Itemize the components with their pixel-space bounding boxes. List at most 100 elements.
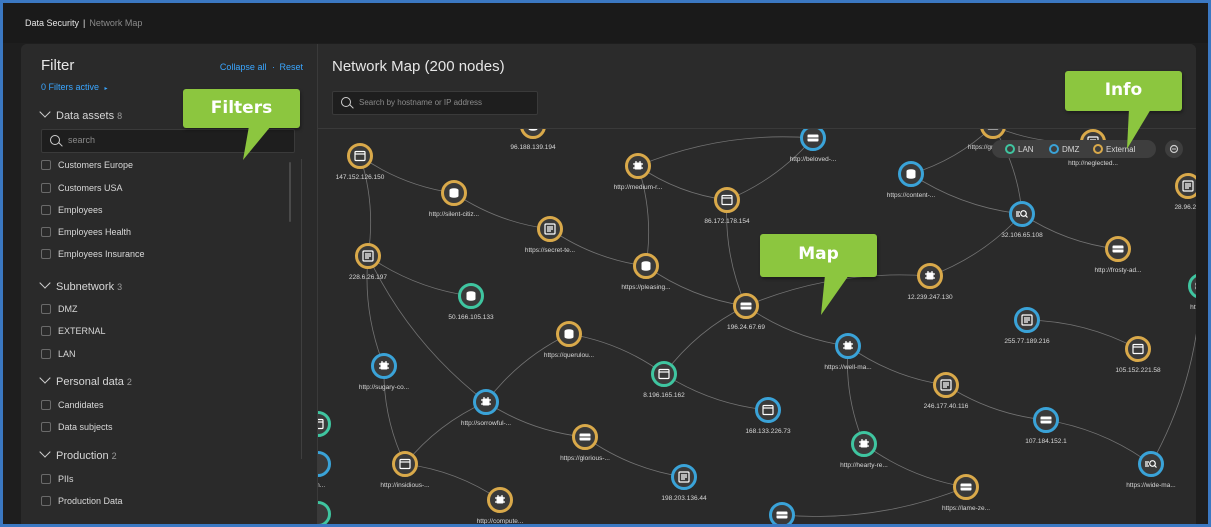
node-circle [1188,274,1196,298]
node-label: http://beloved-... [790,156,837,163]
node-label: https://secret-te... [525,247,575,254]
filters-callout-pointer [243,126,271,160]
graph-node-external[interactable]: http://silent-citiz... [429,180,479,219]
info-callout-label: Info [1104,80,1143,100]
graph-node-external[interactable]: https://secret-te... [525,216,575,255]
chevron-down-icon [39,372,51,384]
graph-node-lan[interactable]: http://hearty-re... [840,431,888,470]
graph-node-dmz[interactable] [769,502,795,525]
map-search-input[interactable] [357,97,537,108]
graph-edge [404,401,487,465]
checkbox-candidates[interactable]: Candidates [41,399,104,411]
graph-node-lan[interactable]: 8.196.165.162 [643,361,685,400]
group-subnetwork[interactable]: Subnetwork 3 [39,277,122,293]
checkbox-label: PIIs [58,474,74,484]
graph-edge [847,345,865,445]
graph-node-dmz[interactable]: http://sorrowful-... [461,389,511,428]
graph-node-external[interactable]: https://glorious-... [560,424,610,463]
graph-node-dmz[interactable]: http://beloved-... [790,125,837,164]
graph-edge [781,486,967,517]
node-label: 105.152.221.58 [1115,367,1161,374]
node-label: om... [318,482,325,489]
collapse-all-link[interactable]: Collapse all [220,62,267,72]
graph-node-dmz[interactable]: 32.106.65.108 [1001,201,1043,240]
graph-node-lan[interactable]: 50.166.105.133 [448,283,494,322]
graph-node-lan[interactable]: http://... [1188,274,1197,312]
graph-node-dmz[interactable]: http://sugary-co... [359,353,409,392]
checkbox-customers-europe[interactable]: Customers Europe [41,159,133,171]
node-label: 246.177.40.116 [924,403,969,410]
graph-node-external[interactable]: 147.152.126.150 [336,143,385,182]
checkbox-employees-health[interactable]: Employees Health [41,226,131,238]
map-callout: Map [760,234,877,277]
checkbox-customers-usa[interactable]: Customers USA [41,182,123,194]
graph-node-dmz[interactable]: om... [318,451,331,490]
node-circle [318,411,331,437]
node-circle [651,361,677,387]
graph-node-external[interactable]: http://medium-r... [614,153,663,192]
checkbox-external[interactable]: EXTERNAL [41,325,106,337]
checkbox-employees-insurance[interactable]: Employees Insurance [41,248,145,260]
group-label: Production [56,450,109,462]
chevron-down-icon [39,277,51,289]
reset-link[interactable]: Reset [279,62,303,72]
graph-node-dmz[interactable]: https://wide-ma... [1126,451,1176,490]
checkbox-label: Data subjects [58,422,113,432]
map-callout-label: Map [798,244,839,264]
graph-node-external[interactable]: http://insidious-... [380,451,430,490]
checkbox-lan[interactable]: LAN [41,348,76,360]
network-map-panel: 96.188.139.194 147.152.126.150 http://belo… [318,44,1196,524]
graph-node-external[interactable]: https://pleasing... [621,253,671,292]
checkbox-dmz[interactable]: DMZ [41,303,78,315]
filters-active-toggle[interactable]: 0 Filters active ▸ [41,82,108,92]
graph-node-dmz[interactable]: 198.203.136.44 [661,464,707,503]
group-production[interactable]: Production 2 [39,446,117,462]
node-circle [1009,201,1035,227]
graph-node-external[interactable]: 12.239.247.130 [907,263,953,302]
graph-node-dmz[interactable]: 255.77.189.216 [1004,307,1050,346]
graph-node-dmz[interactable]: 107.184.152.1 [1025,407,1067,446]
node-label: 86.172.178.154 [704,218,750,225]
graph-node-external[interactable]: http://frosty-ad... [1095,236,1142,275]
group-data-assets[interactable]: Data assets 8 [39,106,122,122]
graph-node-external[interactable]: 105.152.221.58 [1115,336,1161,375]
checkbox-label: Candidates [58,400,104,410]
graph-node-external[interactable]: http://compute... [477,487,524,525]
graph-node-lan[interactable] [318,501,331,525]
filter-scrollbar[interactable] [289,162,291,222]
checkbox-label: Employees [58,205,103,215]
node-circle [1138,451,1164,477]
node-label: 8.196.165.162 [643,392,685,399]
checkbox-production-data[interactable]: Production Data [41,495,123,507]
breadcrumb-separator: | [83,18,86,28]
checkbox-label: Customers USA [58,183,123,193]
node-label: 12.239.247.130 [907,294,953,301]
breadcrumb-root[interactable]: Data Security [25,18,79,28]
graph-node-dmz[interactable]: 168.133.226.73 [745,397,791,436]
graph-node-dmz[interactable]: https://well-ma... [824,333,872,372]
map-settings-button[interactable] [1165,140,1183,158]
checkbox-icon [41,204,51,215]
checkbox-icon [41,399,51,410]
graph-node-lan[interactable] [318,411,331,437]
sidebar-scroll-track[interactable] [301,159,302,459]
graph-node-external[interactable]: https://querulou... [544,321,594,360]
graph-node-external[interactable]: 246.177.40.116 [924,372,969,411]
graph-node-external[interactable]: 228.6.26.197 [349,243,387,282]
checkbox-data-subjects[interactable]: Data subjects [41,421,113,433]
group-count: 2 [111,451,117,461]
checkbox-piis[interactable]: PIIs [41,473,74,485]
node-label: http://frosty-ad... [1095,267,1142,274]
graph-node-external[interactable]: 28.96.2... [1174,173,1196,212]
checkbox-label: DMZ [58,304,78,314]
checkbox-icon [41,182,51,193]
checkbox-employees[interactable]: Employees [41,204,103,216]
checkbox-icon [41,348,51,359]
search-icon [341,97,351,107]
graph-node-external[interactable]: 86.172.178.154 [704,187,750,226]
filters-active-label: 0 Filters active [41,82,100,92]
group-personal-data[interactable]: Personal data 2 [39,372,132,388]
graph-edge [383,365,406,465]
filter-actions: Collapse all · Reset [220,62,303,72]
map-search-box [332,91,538,115]
